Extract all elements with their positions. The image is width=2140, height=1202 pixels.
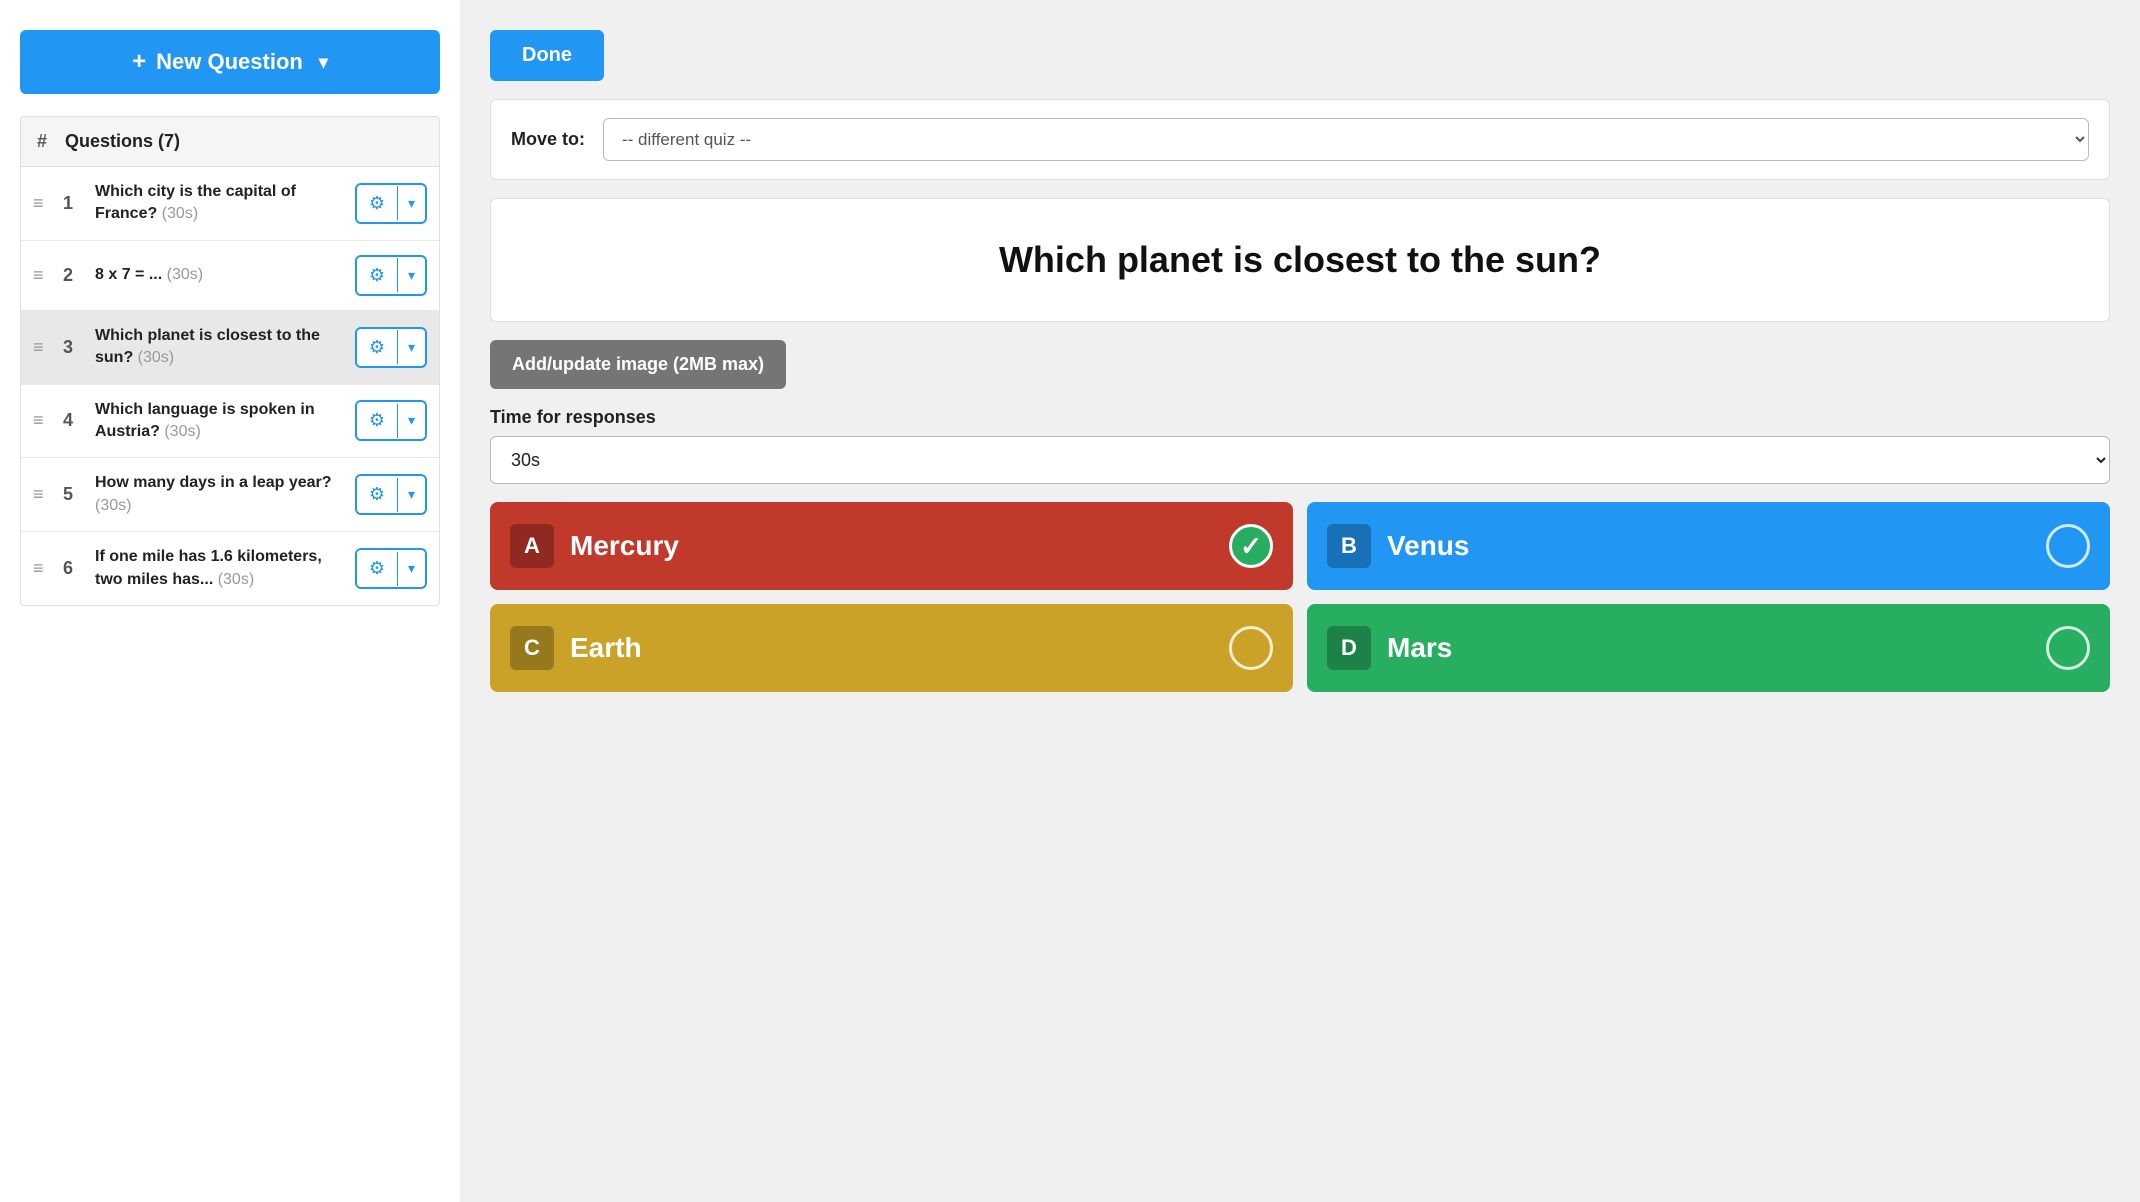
drag-handle-icon: ≡ <box>33 484 53 505</box>
add-image-button[interactable]: Add/update image (2MB max) <box>490 340 786 389</box>
questions-header: # Questions (7) <box>21 117 439 167</box>
gear-dropdown-button[interactable]: ⚙ ▾ <box>355 327 427 368</box>
gear-icon[interactable]: ⚙ <box>357 257 397 294</box>
gear-dropdown-button[interactable]: ⚙ ▾ <box>355 183 427 224</box>
row-number: 4 <box>63 410 85 431</box>
row-number: 6 <box>63 558 85 579</box>
chevron-down-icon[interactable]: ▾ <box>398 331 425 364</box>
answer-letter-c: C <box>510 626 554 670</box>
answer-letter-a: A <box>510 524 554 568</box>
right-panel: Done Move to: -- different quiz -- Which… <box>460 0 2140 1202</box>
drag-handle-icon: ≡ <box>33 337 53 358</box>
new-question-label: New Question <box>156 49 303 75</box>
chevron-down-icon[interactable]: ▾ <box>398 187 425 220</box>
time-select[interactable]: 30s 10s 20s 60s 90s 120s <box>490 436 2110 484</box>
answer-circle-b <box>2046 524 2090 568</box>
drag-handle-icon: ≡ <box>33 193 53 214</box>
gear-icon[interactable]: ⚙ <box>357 185 397 222</box>
table-row[interactable]: ≡ 4 Which language is spoken in Austria?… <box>21 385 439 459</box>
move-to-row: Move to: -- different quiz -- <box>490 99 2110 180</box>
gear-dropdown-button[interactable]: ⚙ ▾ <box>355 474 427 515</box>
done-button[interactable]: Done <box>490 30 604 81</box>
gear-dropdown-button[interactable]: ⚙ ▾ <box>355 548 427 589</box>
answer-card-d[interactable]: D Mars <box>1307 604 2110 692</box>
answer-letter-d: D <box>1327 626 1371 670</box>
new-question-button[interactable]: + New Question ▾ <box>20 30 440 94</box>
gear-icon[interactable]: ⚙ <box>357 550 397 587</box>
question-display: Which planet is closest to the sun? <box>490 198 2110 322</box>
table-row[interactable]: ≡ 5 How many days in a leap year? (30s) … <box>21 458 439 532</box>
answer-card-b[interactable]: B Venus <box>1307 502 2110 590</box>
row-number: 2 <box>63 265 85 286</box>
row-number: 5 <box>63 484 85 505</box>
time-badge: (30s) <box>164 423 200 440</box>
chevron-down-icon[interactable]: ▾ <box>398 552 425 585</box>
question-text: Which planet is closest to the sun? <box>999 239 1601 281</box>
chevron-down-icon[interactable]: ▾ <box>398 478 425 511</box>
gear-dropdown-button[interactable]: ⚙ ▾ <box>355 255 427 296</box>
correct-indicator: ✓ <box>1229 524 1273 568</box>
time-section: Time for responses 30s 10s 20s 60s 90s 1… <box>490 407 2110 484</box>
row-text: Which city is the capital of France? (30… <box>95 181 345 226</box>
table-row[interactable]: ≡ 6 If one mile has 1.6 kilometers, two … <box>21 532 439 605</box>
time-badge: (30s) <box>95 497 131 514</box>
check-icon: ✓ <box>1240 531 1262 562</box>
gear-icon[interactable]: ⚙ <box>357 329 397 366</box>
row-text: Which language is spoken in Austria? (30… <box>95 399 345 444</box>
gear-icon[interactable]: ⚙ <box>357 402 397 439</box>
drag-handle-icon: ≡ <box>33 265 53 286</box>
left-panel: + New Question ▾ # Questions (7) ≡ 1 Whi… <box>0 0 460 1202</box>
drag-handle-icon: ≡ <box>33 410 53 431</box>
answer-letter-b: B <box>1327 524 1371 568</box>
answer-circle-d <box>2046 626 2090 670</box>
answers-grid: A Mercury ✓ B Venus C Earth D Mars <box>490 502 2110 692</box>
drag-handle-icon: ≡ <box>33 558 53 579</box>
gear-icon[interactable]: ⚙ <box>357 476 397 513</box>
row-text: If one mile has 1.6 kilometers, two mile… <box>95 546 345 591</box>
table-row[interactable]: ≡ 2 8 x 7 = ... (30s) ⚙ ▾ <box>21 241 439 311</box>
answer-text-a: Mercury <box>570 530 1213 562</box>
chevron-down-icon: ▾ <box>319 52 328 73</box>
row-text: 8 x 7 = ... (30s) <box>95 264 345 286</box>
answer-card-a[interactable]: A Mercury ✓ <box>490 502 1293 590</box>
row-text: Which planet is closest to the sun? (30s… <box>95 325 345 370</box>
questions-table: # Questions (7) ≡ 1 Which city is the ca… <box>20 116 440 606</box>
time-badge: (30s) <box>138 349 174 366</box>
questions-count-title: Questions (7) <box>65 131 180 152</box>
answer-text-c: Earth <box>570 632 1213 664</box>
chevron-down-icon[interactable]: ▾ <box>398 259 425 292</box>
move-to-label: Move to: <box>511 129 585 150</box>
answer-text-b: Venus <box>1387 530 2030 562</box>
answer-card-c[interactable]: C Earth <box>490 604 1293 692</box>
time-badge: (30s) <box>162 205 198 222</box>
plus-icon: + <box>132 48 146 76</box>
chevron-down-icon[interactable]: ▾ <box>398 404 425 437</box>
table-row[interactable]: ≡ 3 Which planet is closest to the sun? … <box>21 311 439 385</box>
hash-label: # <box>37 131 47 152</box>
row-text: How many days in a leap year? (30s) <box>95 472 345 517</box>
time-badge: (30s) <box>167 266 203 283</box>
answer-circle-c <box>1229 626 1273 670</box>
answer-text-d: Mars <box>1387 632 2030 664</box>
row-number: 3 <box>63 337 85 358</box>
time-badge: (30s) <box>218 571 254 588</box>
gear-dropdown-button[interactable]: ⚙ ▾ <box>355 400 427 441</box>
move-to-select[interactable]: -- different quiz -- <box>603 118 2089 161</box>
row-number: 1 <box>63 193 85 214</box>
time-for-responses-label: Time for responses <box>490 407 2110 428</box>
table-row[interactable]: ≡ 1 Which city is the capital of France?… <box>21 167 439 241</box>
